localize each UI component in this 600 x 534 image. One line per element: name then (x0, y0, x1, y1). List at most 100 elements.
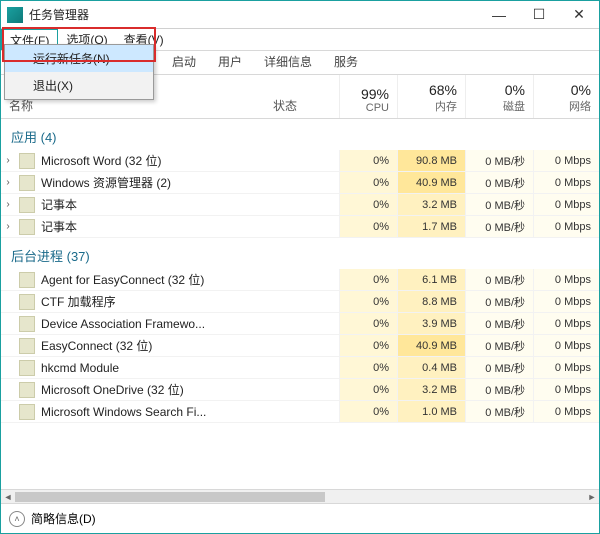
header-memory[interactable]: 68% 内存 (397, 75, 465, 118)
process-icon (19, 219, 35, 235)
cell-mem: 1.0 MB (397, 401, 465, 422)
cell-cpu: 0% (339, 291, 397, 312)
process-row[interactable]: › 记事本 0%3.2 MB0 MB/秒0 Mbps (1, 194, 599, 216)
horizontal-scrollbar[interactable]: ◄ ► (1, 489, 599, 503)
cell-cpu: 0% (339, 216, 397, 237)
process-icon (19, 338, 35, 354)
cell-mem: 1.7 MB (397, 216, 465, 237)
cell-disk: 0 MB/秒 (465, 357, 533, 378)
cell-mem: 90.8 MB (397, 150, 465, 171)
process-name: EasyConnect (32 位) (39, 337, 269, 354)
cell-disk: 0 MB/秒 (465, 379, 533, 400)
menu-exit[interactable]: 退出(X) (5, 72, 153, 99)
fewer-details-icon[interactable]: ˄ (9, 511, 25, 527)
cell-net: 0 Mbps (533, 216, 599, 237)
cell-cpu: 0% (339, 172, 397, 193)
scroll-right-icon[interactable]: ► (585, 490, 599, 504)
net-percent: 0% (538, 82, 591, 98)
process-row[interactable]: ›Windows 资源管理器 (2)0%40.9 MB0 MB/秒0 Mbps (1, 172, 599, 194)
titlebar[interactable]: 任务管理器 — ☐ ✕ (1, 1, 599, 29)
cell-disk: 0 MB/秒 (465, 150, 533, 171)
process-name: hkcmd Module (39, 361, 269, 375)
cell-net: 0 Mbps (533, 401, 599, 422)
app-icon (7, 7, 23, 23)
header-cpu[interactable]: 99% CPU (339, 75, 397, 118)
scroll-thumb[interactable] (15, 492, 325, 502)
process-icon (19, 404, 35, 420)
close-button[interactable]: ✕ (559, 1, 599, 29)
process-name: Agent for EasyConnect (32 位) (39, 271, 269, 288)
process-name: Microsoft OneDrive (32 位) (39, 381, 269, 398)
process-row[interactable]: Microsoft Windows Search Fi...0%1.0 MB0 … (1, 401, 599, 423)
header-network[interactable]: 0% 网络 (533, 75, 599, 118)
net-label: 网络 (538, 98, 591, 114)
expand-chevron-icon[interactable]: › (1, 199, 15, 210)
group-apps: 应用 (4) (1, 119, 599, 150)
cell-net: 0 Mbps (533, 194, 599, 215)
cell-disk: 0 MB/秒 (465, 335, 533, 356)
cell-cpu: 0% (339, 269, 397, 290)
cell-net: 0 Mbps (533, 313, 599, 334)
process-icon (19, 272, 35, 288)
cell-cpu: 0% (339, 379, 397, 400)
file-dropdown: 运行新任务(N) 退出(X) (4, 44, 154, 100)
process-name: Windows 资源管理器 (2) (39, 174, 269, 191)
process-row[interactable]: EasyConnect (32 位)0%40.9 MB0 MB/秒0 Mbps (1, 335, 599, 357)
cell-net: 0 Mbps (533, 357, 599, 378)
cell-cpu: 0% (339, 194, 397, 215)
disk-percent: 0% (470, 82, 525, 98)
process-name: Microsoft Word (32 位) (39, 152, 269, 169)
cell-mem: 3.2 MB (397, 194, 465, 215)
group-background: 后台进程 (37) (1, 238, 599, 269)
cell-net: 0 Mbps (533, 150, 599, 171)
process-row[interactable]: Device Association Framewo...0%3.9 MB0 M… (1, 313, 599, 335)
window-controls: — ☐ ✕ (479, 1, 599, 29)
cpu-percent: 99% (344, 86, 389, 102)
process-row[interactable]: › Microsoft Word (32 位) 0%90.8 MB0 MB/秒0 M… (1, 150, 599, 172)
footer: ˄ 简略信息(D) (1, 503, 599, 533)
cell-disk: 0 MB/秒 (465, 313, 533, 334)
cell-mem: 0.4 MB (397, 357, 465, 378)
expand-chevron-icon[interactable]: › (1, 177, 15, 188)
expand-chevron-icon[interactable]: › (1, 221, 15, 232)
disk-label: 磁盘 (470, 98, 525, 114)
cell-disk: 0 MB/秒 (465, 194, 533, 215)
maximize-button[interactable]: ☐ (519, 1, 559, 29)
process-row[interactable]: ›记事本0%1.7 MB0 MB/秒0 Mbps (1, 216, 599, 238)
header-state[interactable]: 状态 (269, 75, 339, 118)
cpu-label: CPU (344, 102, 389, 114)
header-disk[interactable]: 0% 磁盘 (465, 75, 533, 118)
mem-percent: 68% (402, 82, 457, 98)
process-row[interactable]: CTF 加载程序0%8.8 MB0 MB/秒0 Mbps (1, 291, 599, 313)
cell-disk: 0 MB/秒 (465, 216, 533, 237)
tab-details[interactable]: 详细信息 (253, 49, 323, 74)
minimize-button[interactable]: — (479, 1, 519, 29)
cell-mem: 40.9 MB (397, 172, 465, 193)
process-row[interactable]: hkcmd Module 0%0.4 MB0 MB/秒0 Mbps (1, 357, 599, 379)
tab-startup[interactable]: 启动 (161, 49, 207, 74)
process-row[interactable]: Microsoft OneDrive (32 位)0%3.2 MB0 MB/秒0… (1, 379, 599, 401)
cell-cpu: 0% (339, 401, 397, 422)
process-row[interactable]: Agent for EasyConnect (32 位) 0%6.1 MB0 MB… (1, 269, 599, 291)
menu-run-new-task[interactable]: 运行新任务(N) (5, 45, 153, 72)
tab-services[interactable]: 服务 (323, 49, 369, 74)
process-list[interactable]: 应用 (4) ›Microsoft Word (32 位)0%90.8 MB0 … (1, 119, 599, 489)
cell-mem: 6.1 MB (397, 269, 465, 290)
cell-cpu: 0% (339, 357, 397, 378)
cell-net: 0 Mbps (533, 269, 599, 290)
mem-label: 内存 (402, 98, 457, 114)
cell-cpu: 0% (339, 335, 397, 356)
cell-cpu: 0% (339, 150, 397, 171)
fewer-details-button[interactable]: 简略信息(D) (31, 510, 96, 527)
cell-mem: 8.8 MB (397, 291, 465, 312)
expand-chevron-icon[interactable]: › (1, 155, 15, 166)
cell-disk: 0 MB/秒 (465, 401, 533, 422)
cell-mem: 3.2 MB (397, 379, 465, 400)
scroll-left-icon[interactable]: ◄ (1, 490, 15, 504)
cell-disk: 0 MB/秒 (465, 172, 533, 193)
tab-users[interactable]: 用户 (207, 49, 253, 74)
process-icon (19, 294, 35, 310)
cell-disk: 0 MB/秒 (465, 269, 533, 290)
process-name: 记事本 (39, 196, 269, 213)
cell-cpu: 0% (339, 313, 397, 334)
